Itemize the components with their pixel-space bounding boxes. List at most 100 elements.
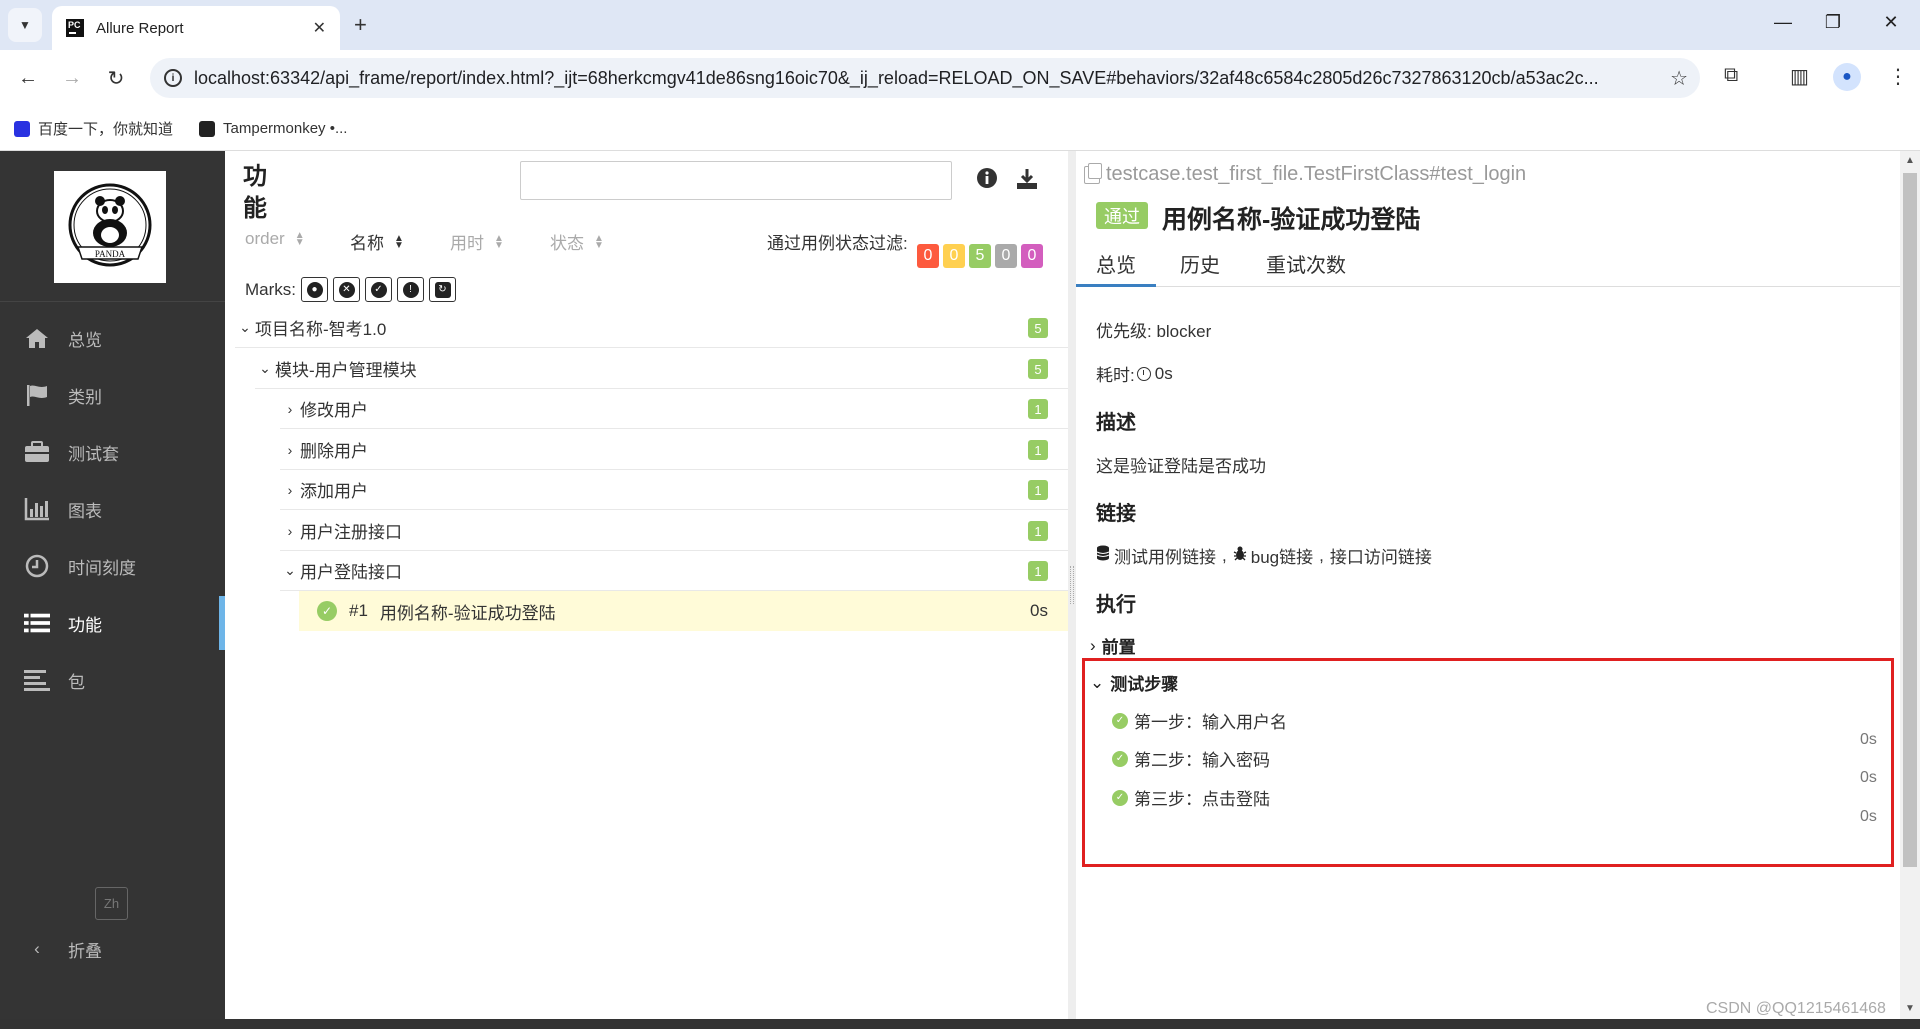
sidebar-item-timeline[interactable]: 时间刻度 xyxy=(0,539,225,593)
scroll-up-arrow-icon[interactable]: ▲ xyxy=(1905,155,1915,166)
browser-tab-bar: ▼ PC Allure Report ✕ + — ❐ ✕ xyxy=(0,0,1920,50)
links-heading: 链接 xyxy=(1096,503,1136,525)
mark-retries-button[interactable]: ↻ xyxy=(429,277,456,302)
bookmark-label: 百度一下，你就知道 xyxy=(38,121,174,138)
sidebar-item-graphs[interactable]: 图表 xyxy=(0,482,225,536)
profile-avatar[interactable]: ● xyxy=(1833,63,1861,91)
briefcase-icon xyxy=(24,439,50,465)
tree-node-module[interactable]: ⌄ 模块-用户管理模块 5 xyxy=(255,349,1068,389)
scroll-down-arrow-icon[interactable]: ▼ xyxy=(1905,1003,1915,1014)
sidebar-item-categories[interactable]: 类别 xyxy=(0,368,225,422)
copy-icon[interactable] xyxy=(1084,162,1102,184)
restore-window-button[interactable]: ❐ xyxy=(1818,12,1848,33)
mark-flaky-button[interactable]: ● xyxy=(301,277,328,302)
mark-new-passed-button[interactable]: ✓ xyxy=(365,277,392,302)
back-button[interactable]: ← xyxy=(12,62,44,94)
test-detail-pane: testcase.test_first_file.TestFirstClass#… xyxy=(1076,151,1900,1029)
taskbar-strip xyxy=(0,1019,1920,1029)
tab-title: Allure Report xyxy=(96,19,184,37)
allure-sidebar: PANDA 总览 类别 测试套 图表 时间刻度 功能 包 Zh ‹ 折叠 xyxy=(0,151,225,1029)
info-icon[interactable] xyxy=(976,167,998,195)
mark-new-failed-button[interactable]: ✕ xyxy=(333,277,360,302)
chevron-right-icon: › xyxy=(287,481,293,498)
refresh-icon: ↻ xyxy=(434,281,451,298)
minimize-window-button[interactable]: — xyxy=(1768,12,1798,33)
bomb-icon: ● xyxy=(306,281,323,298)
mark-new-broken-button[interactable]: ! xyxy=(397,277,424,302)
test-case-link[interactable]: 测试用例链接 xyxy=(1114,543,1216,568)
api-link[interactable]: 接口访问链接 xyxy=(1330,543,1432,568)
chevron-right-icon: › xyxy=(1090,635,1096,655)
test-case-row-selected[interactable]: ✓ #1 用例名称-验证成功登陆 0s xyxy=(299,591,1068,631)
reload-button[interactable]: ↻ xyxy=(100,62,132,94)
bookmark-star-icon[interactable]: ☆ xyxy=(1670,66,1688,91)
test-step[interactable]: ✓ 第二步：输入密码 xyxy=(1112,746,1270,771)
chevron-left-icon: ‹ xyxy=(34,939,40,958)
tree-node-story[interactable]: › 用户注册接口 1 xyxy=(280,511,1068,551)
marks-label: Marks: xyxy=(245,279,296,299)
link-separator: , xyxy=(1222,545,1227,565)
tab-search-button[interactable]: ▼ xyxy=(8,8,42,42)
sort-by-duration[interactable]: 用时 ▲ ▼ xyxy=(450,229,504,254)
more-menu-icon[interactable]: ⋮ xyxy=(1888,64,1908,89)
filter-skipped-badge[interactable]: 0 xyxy=(995,244,1017,268)
filter-broken-badge[interactable]: 0 xyxy=(943,244,965,268)
site-info-icon[interactable]: i xyxy=(164,69,182,87)
filter-passed-badge[interactable]: 5 xyxy=(969,244,991,268)
sidebar-item-packages[interactable]: 包 xyxy=(0,653,225,707)
status-badge: 通过 xyxy=(1096,202,1148,229)
side-panel-icon[interactable]: ▥ xyxy=(1790,64,1809,89)
sort-by-name[interactable]: 名称 ▲ ▼ xyxy=(350,229,404,254)
bug-link[interactable]: bug链接 xyxy=(1251,543,1313,568)
node-count-badge: 1 xyxy=(1028,561,1048,581)
test-step[interactable]: ✓ 第一步：输入用户名 xyxy=(1112,708,1287,733)
tree-node-story-expanded[interactable]: ⌄ 用户登陆接口 1 xyxy=(280,551,1068,591)
tab-history[interactable]: 历史 xyxy=(1180,249,1220,287)
close-tab-icon[interactable]: ✕ xyxy=(313,18,326,38)
url-text[interactable]: localhost:63342/api_frame/report/index.h… xyxy=(194,68,1654,89)
download-icon[interactable] xyxy=(1015,167,1039,197)
sort-by-status[interactable]: 状态 ▲ ▼ xyxy=(550,229,604,254)
sidebar-item-suites[interactable]: 测试套 xyxy=(0,425,225,479)
bookmark-tampermonkey[interactable]: Tampermonkey •... xyxy=(199,120,347,137)
sort-label: 名称 xyxy=(350,234,384,253)
address-bar[interactable]: i localhost:63342/api_frame/report/index… xyxy=(150,58,1700,98)
step-name: 第一步：输入用户名 xyxy=(1134,713,1287,732)
setup-section-toggle[interactable]: › 前置 xyxy=(1090,633,1136,658)
collapse-sidebar-button[interactable]: ‹ 折叠 xyxy=(0,922,225,976)
sidebar-item-overview[interactable]: 总览 xyxy=(0,311,225,365)
new-tab-button[interactable]: + xyxy=(354,12,367,38)
search-input[interactable] xyxy=(520,161,952,200)
forward-button[interactable]: → xyxy=(56,62,88,94)
tab-retries[interactable]: 重试次数 xyxy=(1266,249,1346,287)
language-switch-button[interactable]: Zh xyxy=(95,887,128,920)
filter-failed-badge[interactable]: 0 xyxy=(917,244,939,268)
status-filter-label: 通过用例状态过滤: xyxy=(767,234,908,253)
scroll-thumb[interactable] xyxy=(1903,173,1917,867)
sort-icon: ▲ ▼ xyxy=(494,232,504,251)
bookmark-label: Tampermonkey •... xyxy=(223,120,348,137)
bookmark-baidu[interactable]: 百度一下，你就知道 xyxy=(14,118,173,139)
extensions-icon[interactable]: ⧉ xyxy=(1724,64,1738,87)
link-separator: , xyxy=(1319,545,1324,565)
test-full-name[interactable]: testcase.test_first_file.TestFirstClass#… xyxy=(1084,162,1526,186)
steps-section-toggle[interactable]: ⌄ 测试步骤 xyxy=(1090,670,1178,695)
splitter-grip[interactable] xyxy=(1070,566,1074,604)
tree-node-story[interactable]: › 添加用户 1 xyxy=(280,470,1068,510)
chevron-right-icon: › xyxy=(287,400,293,417)
clock-icon xyxy=(24,553,50,579)
chevron-right-icon: › xyxy=(287,522,293,539)
close-window-button[interactable]: ✕ xyxy=(1876,12,1906,33)
browser-tab[interactable]: PC Allure Report ✕ xyxy=(52,6,340,50)
tree-node-story[interactable]: › 删除用户 1 xyxy=(280,430,1068,470)
tree-node-story[interactable]: › 修改用户 1 xyxy=(280,389,1068,429)
sort-icon: ▲ ▼ xyxy=(394,232,404,251)
tree-node-project[interactable]: ⌄ 项目名称-智考1.0 5 xyxy=(235,308,1068,348)
filter-unknown-badge[interactable]: 0 xyxy=(1021,244,1043,268)
test-step[interactable]: ✓ 第三步：点击登陆 xyxy=(1112,785,1270,810)
detail-scrollbar[interactable]: ▲ ▼ xyxy=(1900,151,1920,1019)
tab-overview[interactable]: 总览 xyxy=(1076,249,1156,287)
sidebar-item-behaviors[interactable]: 功能 xyxy=(0,596,225,650)
panda-logo[interactable]: PANDA xyxy=(54,171,166,283)
sort-by-order[interactable]: order ▲ ▼ xyxy=(245,229,305,249)
